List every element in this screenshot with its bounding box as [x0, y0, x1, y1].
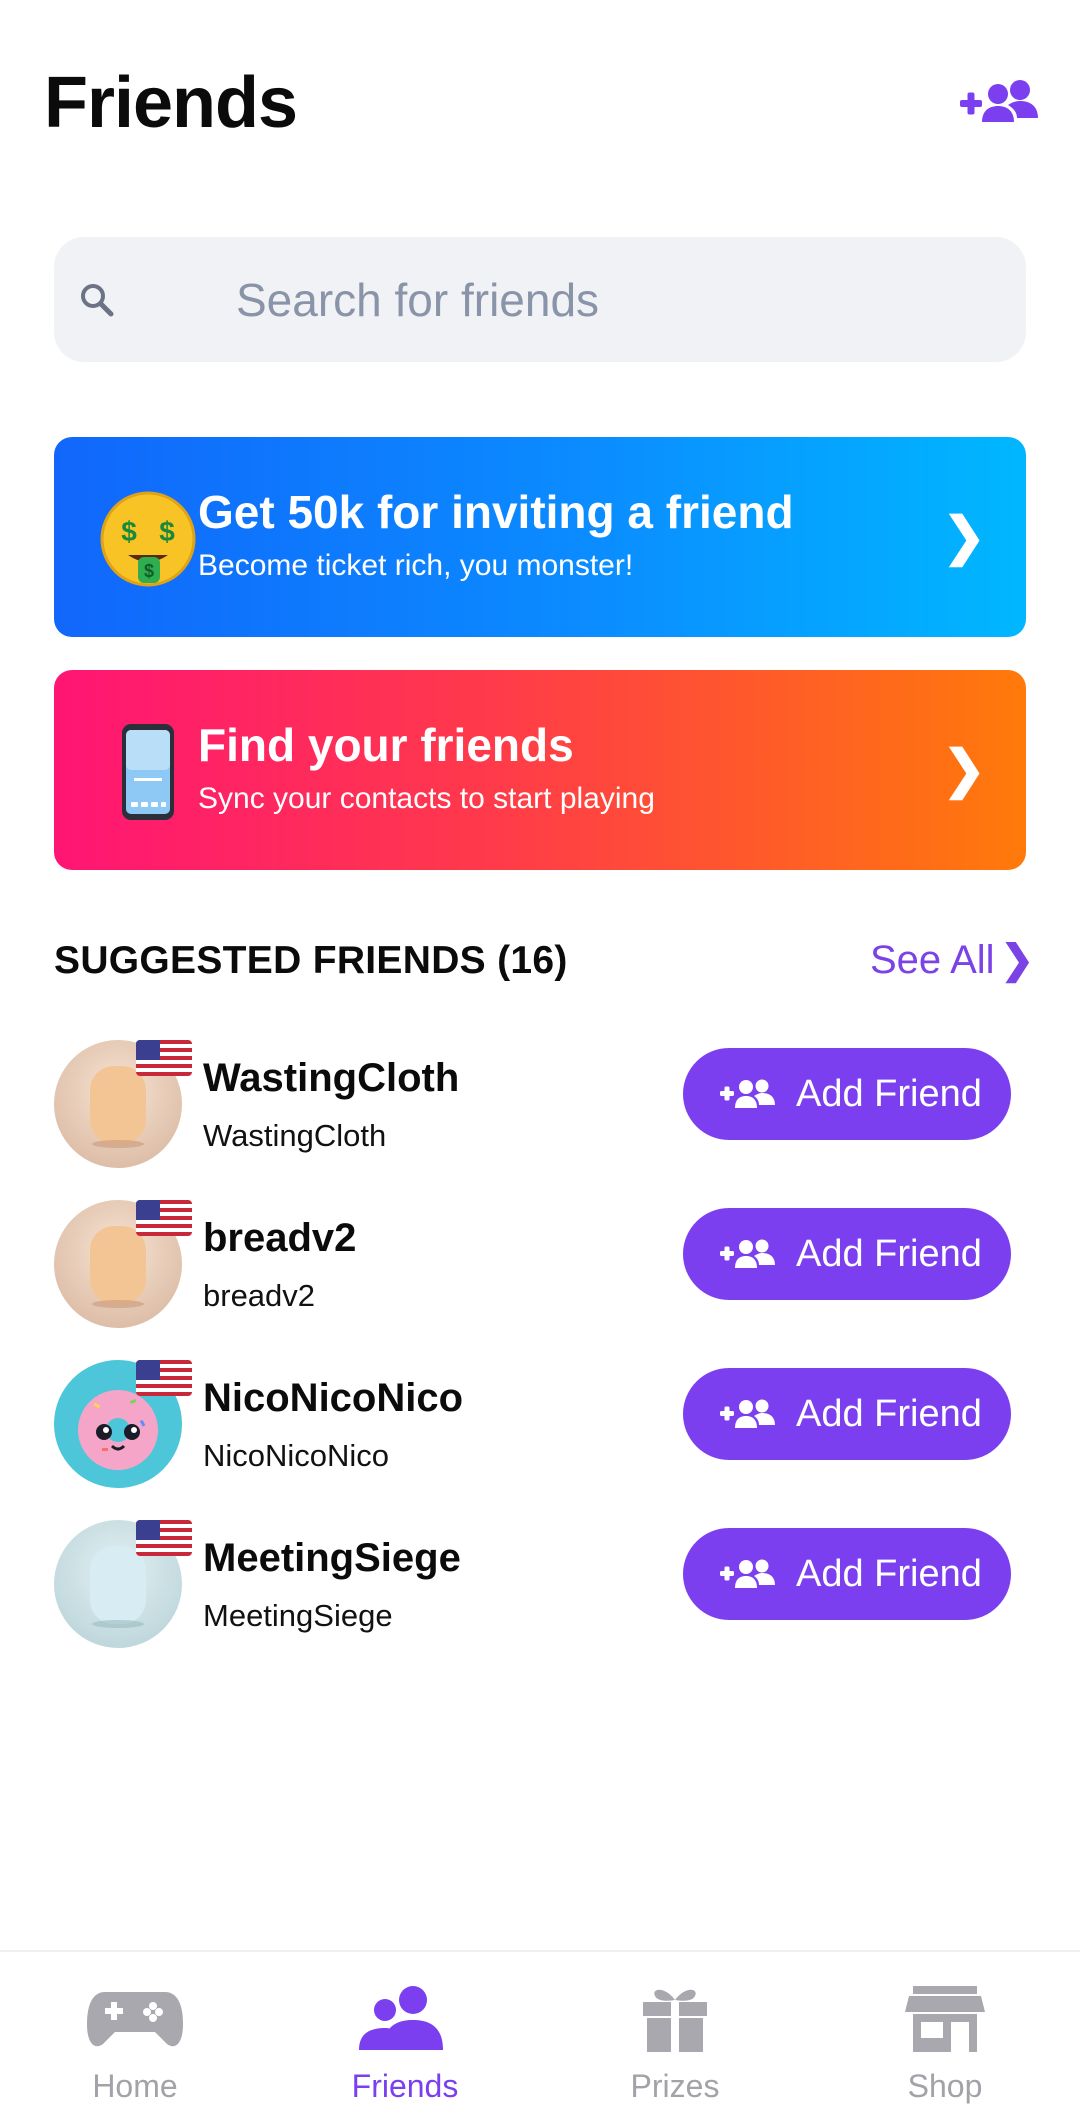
- page-title: Friends: [44, 63, 298, 143]
- search-icon: [80, 283, 114, 317]
- friend-handle: MeetingSiege: [203, 1598, 393, 1633]
- friend-handle: NicoNicoNico: [203, 1438, 390, 1473]
- money-face-emoji: $ $ $: [98, 489, 198, 589]
- add-friend-button[interactable]: Add Friend: [683, 1048, 1011, 1140]
- gift-icon: [643, 1989, 707, 2052]
- add-friend-label: Add Friend: [796, 1392, 982, 1435]
- find-card-title: Find your friends: [198, 719, 574, 771]
- shop-icon: [905, 1986, 985, 2052]
- nav-home[interactable]: Home: [0, 1952, 270, 2117]
- see-all-label: See All: [870, 938, 995, 982]
- friend-name: WastingCloth: [203, 1056, 460, 1100]
- add-friend-label: Add Friend: [796, 1552, 982, 1595]
- friend-name: MeetingSiege: [203, 1536, 461, 1580]
- add-friend-icon: [720, 1559, 775, 1588]
- add-friend-label: Add Friend: [796, 1072, 982, 1115]
- phone-icon: [98, 722, 198, 822]
- nav-label-friends: Friends: [351, 2068, 459, 2104]
- add-friends-icon[interactable]: [960, 78, 1042, 130]
- add-friend-icon: [720, 1079, 775, 1108]
- invite-friend-card[interactable]: $ $ $ Get 50k for inviting a friend Beco…: [54, 437, 1026, 637]
- nav-label-shop: Shop: [907, 2068, 983, 2104]
- suggested-friends-title: SUGGESTED FRIENDS (16): [54, 939, 568, 982]
- add-friend-button[interactable]: Add Friend: [683, 1208, 1011, 1300]
- svg-text:$: $: [159, 516, 175, 547]
- friend-name: breadv2: [203, 1216, 357, 1260]
- add-friend-label: Add Friend: [796, 1232, 982, 1275]
- nav-friends[interactable]: Friends: [270, 1952, 540, 2117]
- friends-icon: [359, 1986, 443, 2050]
- friend-row: WastingCloth WastingCloth Add Friend: [0, 1030, 1080, 1180]
- chevron-right-icon: ❯: [942, 508, 986, 566]
- chevron-right-icon: ❯: [1000, 938, 1035, 982]
- friend-handle: WastingCloth: [203, 1118, 387, 1153]
- find-friends-card[interactable]: Find your friends Sync your contacts to …: [54, 670, 1026, 870]
- svg-text:$: $: [144, 561, 154, 581]
- invite-card-subtitle: Become ticket rich, you monster!: [198, 549, 634, 582]
- friend-handle: breadv2: [203, 1278, 316, 1313]
- gamepad-icon: [87, 1992, 183, 2047]
- nav-shop[interactable]: Shop: [810, 1952, 1080, 2117]
- add-friend-button[interactable]: Add Friend: [683, 1528, 1011, 1620]
- nav-label-prizes: Prizes: [630, 2068, 720, 2104]
- see-all-link[interactable]: See All ❯: [870, 937, 1034, 983]
- friend-name: NicoNicoNico: [203, 1376, 464, 1420]
- search-bar[interactable]: [54, 237, 1026, 362]
- svg-text:$: $: [121, 516, 137, 547]
- add-friend-icon: [720, 1399, 775, 1428]
- friend-row: NicoNicoNico NicoNicoNico Add Friend: [0, 1350, 1080, 1500]
- chevron-right-icon: ❯: [942, 741, 986, 799]
- search-input[interactable]: [182, 237, 1002, 362]
- find-card-subtitle: Sync your contacts to start playing: [198, 782, 655, 815]
- friend-row: breadv2 breadv2 Add Friend: [0, 1190, 1080, 1340]
- bottom-nav: Home Friends Prizes Shop: [0, 1950, 1080, 2117]
- us-flag-icon: [136, 1040, 192, 1076]
- friend-row: MeetingSiege MeetingSiege Add Friend: [0, 1510, 1080, 1660]
- nav-label-home: Home: [92, 2068, 178, 2104]
- us-flag-icon: [136, 1200, 192, 1236]
- us-flag-icon: [136, 1360, 192, 1396]
- invite-card-title: Get 50k for inviting a friend: [198, 486, 794, 538]
- add-friend-icon: [720, 1239, 775, 1268]
- us-flag-icon: [136, 1520, 192, 1556]
- nav-prizes[interactable]: Prizes: [540, 1952, 810, 2117]
- add-friend-button[interactable]: Add Friend: [683, 1368, 1011, 1460]
